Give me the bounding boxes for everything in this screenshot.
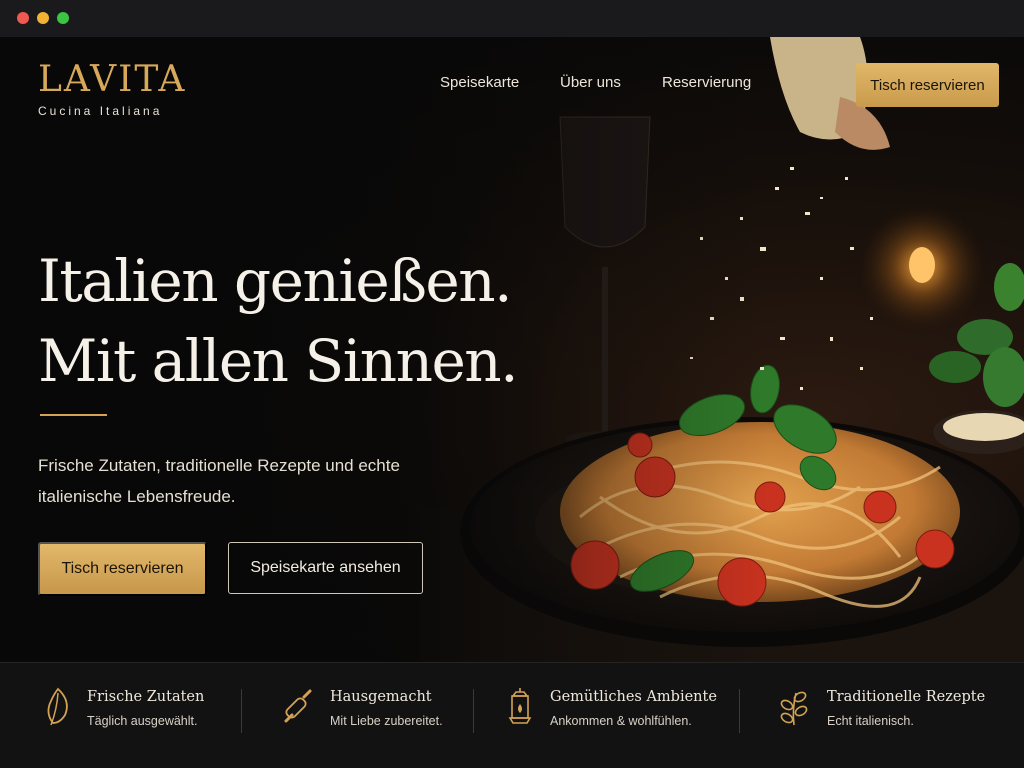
minimize-window-button[interactable] <box>37 12 49 24</box>
feature-title: Hausgemacht <box>330 689 432 705</box>
features-bar: Frische Zutaten Täglich ausgewählt. Haus… <box>0 662 1024 768</box>
feature-divider <box>473 689 474 733</box>
window-titlebar <box>0 0 1024 37</box>
feature-desc: Ankommen & wohlfühlen. <box>550 714 692 728</box>
view-menu-button[interactable]: Speisekarte ansehen <box>228 542 423 594</box>
maximize-window-button[interactable] <box>57 12 69 24</box>
brand-logo[interactable]: LAVITA Cucina Italiana <box>38 59 186 118</box>
reserve-table-button[interactable]: Tisch reservieren <box>38 542 207 596</box>
herb-icon <box>780 691 808 726</box>
nav-link-speisekarte[interactable]: Speisekarte <box>440 74 519 91</box>
feature-desc: Echt italienisch. <box>827 714 914 728</box>
nav-link-reservierung[interactable]: Reservierung <box>662 74 751 91</box>
feature-divider <box>739 689 740 733</box>
feature-desc: Täglich ausgewählt. <box>87 714 198 728</box>
hero-headline: Italien genießen. Mit allen Sinnen. <box>38 241 519 401</box>
feature-title: Traditionelle Rezepte <box>827 689 986 705</box>
leaf-icon <box>47 687 68 726</box>
lantern-icon <box>508 688 532 724</box>
headline-line-2: Mit allen Sinnen. <box>38 327 519 395</box>
hero-section: LAVITA Cucina Italiana Speisekarte Über … <box>0 37 1024 662</box>
nav-link-ueber-uns[interactable]: Über uns <box>560 74 621 91</box>
brand-name: LAVITA <box>38 59 187 100</box>
feature-divider <box>241 689 242 733</box>
hero-subtext: Frische Zutaten, traditionelle Rezepte u… <box>38 456 400 506</box>
gold-divider <box>40 414 107 416</box>
header-reserve-button[interactable]: Tisch reservieren <box>856 63 999 107</box>
rolling-pin-icon <box>284 689 312 723</box>
brand-tagline: Cucina Italiana <box>38 104 163 118</box>
feature-title: Gemütliches Ambiente <box>550 689 717 705</box>
close-window-button[interactable] <box>17 12 29 24</box>
headline-line-1: Italien genießen. <box>38 247 513 315</box>
feature-desc: Mit Liebe zubereitet. <box>330 714 443 728</box>
feature-title: Frische Zutaten <box>87 689 205 705</box>
